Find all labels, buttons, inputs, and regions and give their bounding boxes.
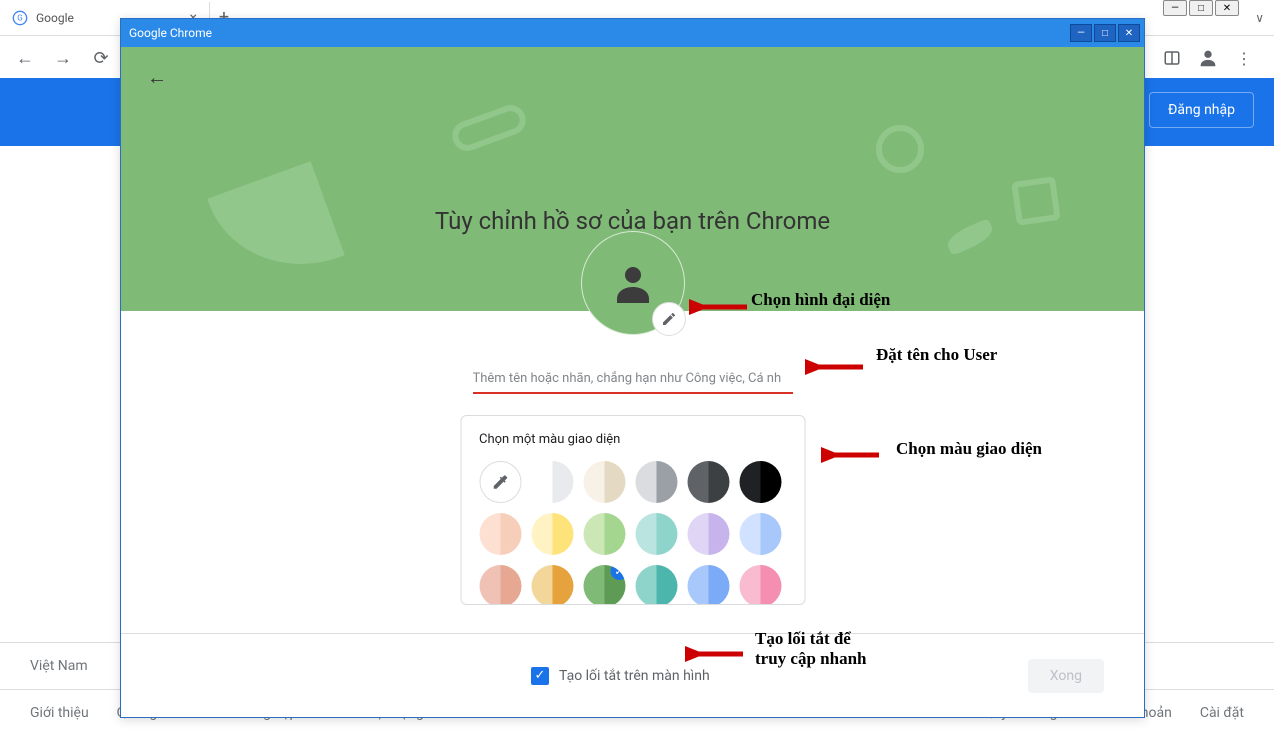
selected-check-icon: ✓ xyxy=(610,565,625,580)
annotation-arrow-icon xyxy=(805,355,867,379)
footer-link[interactable]: Giới thiệu xyxy=(30,705,89,721)
signin-button[interactable]: Đăng nhập xyxy=(1149,92,1254,128)
google-favicon-icon: G xyxy=(12,10,28,26)
os-max-button[interactable]: □ xyxy=(1189,0,1213,16)
color-swatch[interactable] xyxy=(739,461,781,503)
os-window-buttons: — □ ✕ xyxy=(1163,0,1239,16)
color-swatch[interactable] xyxy=(635,513,677,555)
reload-button[interactable]: ⟳ xyxy=(84,41,118,75)
annotation-name: Đặt tên cho User xyxy=(876,345,997,365)
back-arrow-button[interactable]: ← xyxy=(139,59,175,95)
checkbox-checked-icon[interactable]: ✓ xyxy=(531,667,549,685)
dialog-close-button[interactable]: ✕ xyxy=(1118,24,1140,42)
dialog-title: Google Chrome xyxy=(125,26,212,40)
panels-icon[interactable] xyxy=(1158,44,1186,72)
dialog-min-button[interactable]: — xyxy=(1070,24,1092,42)
color-swatch[interactable] xyxy=(479,461,521,503)
back-button[interactable]: ← xyxy=(8,41,42,75)
color-swatch[interactable] xyxy=(739,513,781,555)
color-swatch[interactable]: ✓ xyxy=(583,565,625,605)
color-swatch[interactable] xyxy=(479,513,521,555)
decor-circle-icon xyxy=(876,125,924,173)
color-swatch[interactable] xyxy=(479,565,521,605)
edit-avatar-button[interactable] xyxy=(652,302,686,336)
annotation-arrow-icon xyxy=(685,642,747,666)
color-swatch[interactable] xyxy=(583,461,625,503)
profile-icon[interactable] xyxy=(1194,44,1222,72)
color-swatch[interactable] xyxy=(739,565,781,605)
annotation-avatar: Chọn hình đại diện xyxy=(751,290,890,310)
color-panel-title: Chọn một màu giao diện xyxy=(479,432,786,447)
color-swatch[interactable] xyxy=(635,565,677,605)
menu-icon[interactable]: ⋮ xyxy=(1230,44,1258,72)
color-swatch[interactable] xyxy=(687,461,729,503)
profile-name-input[interactable] xyxy=(473,365,793,392)
avatar xyxy=(581,231,685,335)
decor-pill-icon xyxy=(448,101,530,155)
tab-title: Google xyxy=(36,11,74,25)
dialog-titlebar[interactable]: Google Chrome — □ ✕ xyxy=(121,19,1144,47)
color-swatch[interactable] xyxy=(635,461,677,503)
color-swatch[interactable] xyxy=(531,461,573,503)
annotation-color: Chọn màu giao diện xyxy=(896,439,1042,459)
svg-text:G: G xyxy=(17,13,22,22)
shortcut-label: Tạo lối tắt trên màn hình xyxy=(559,668,710,684)
dialog-max-button[interactable]: □ xyxy=(1094,24,1116,42)
tabs-chevron-icon[interactable]: ∨ xyxy=(1255,11,1274,25)
os-close-button[interactable]: ✕ xyxy=(1215,0,1239,16)
color-swatch[interactable] xyxy=(531,513,573,555)
desktop-shortcut-option[interactable]: ✓ Tạo lối tắt trên màn hình xyxy=(531,667,710,685)
dialog-bottom-bar: ✓ Tạo lối tắt trên màn hình Xong xyxy=(121,633,1144,717)
color-swatch[interactable] xyxy=(583,513,625,555)
annotation-shortcut: Tạo lối tắt để truy cập nhanh xyxy=(755,629,866,670)
forward-button[interactable]: → xyxy=(46,41,80,75)
eyedropper-icon xyxy=(491,473,509,491)
pencil-icon xyxy=(661,311,677,327)
color-swatch[interactable] xyxy=(531,565,573,605)
profile-name-field-wrap xyxy=(473,365,793,394)
person-icon xyxy=(609,259,657,307)
os-min-button[interactable]: — xyxy=(1163,0,1187,16)
done-button[interactable]: Xong xyxy=(1028,659,1104,693)
color-swatch[interactable] xyxy=(687,565,729,605)
footer-link[interactable]: Cài đặt xyxy=(1200,705,1244,721)
color-swatch-grid: ✓ xyxy=(479,461,786,605)
color-swatch[interactable] xyxy=(687,513,729,555)
theme-color-panel: Chọn một màu giao diện ✓ xyxy=(460,415,805,605)
profile-setup-dialog: Google Chrome — □ ✕ ← Tùy chỉnh hồ sơ củ… xyxy=(120,18,1145,718)
annotation-arrow-icon xyxy=(689,295,751,319)
annotation-arrow-icon xyxy=(821,443,883,467)
